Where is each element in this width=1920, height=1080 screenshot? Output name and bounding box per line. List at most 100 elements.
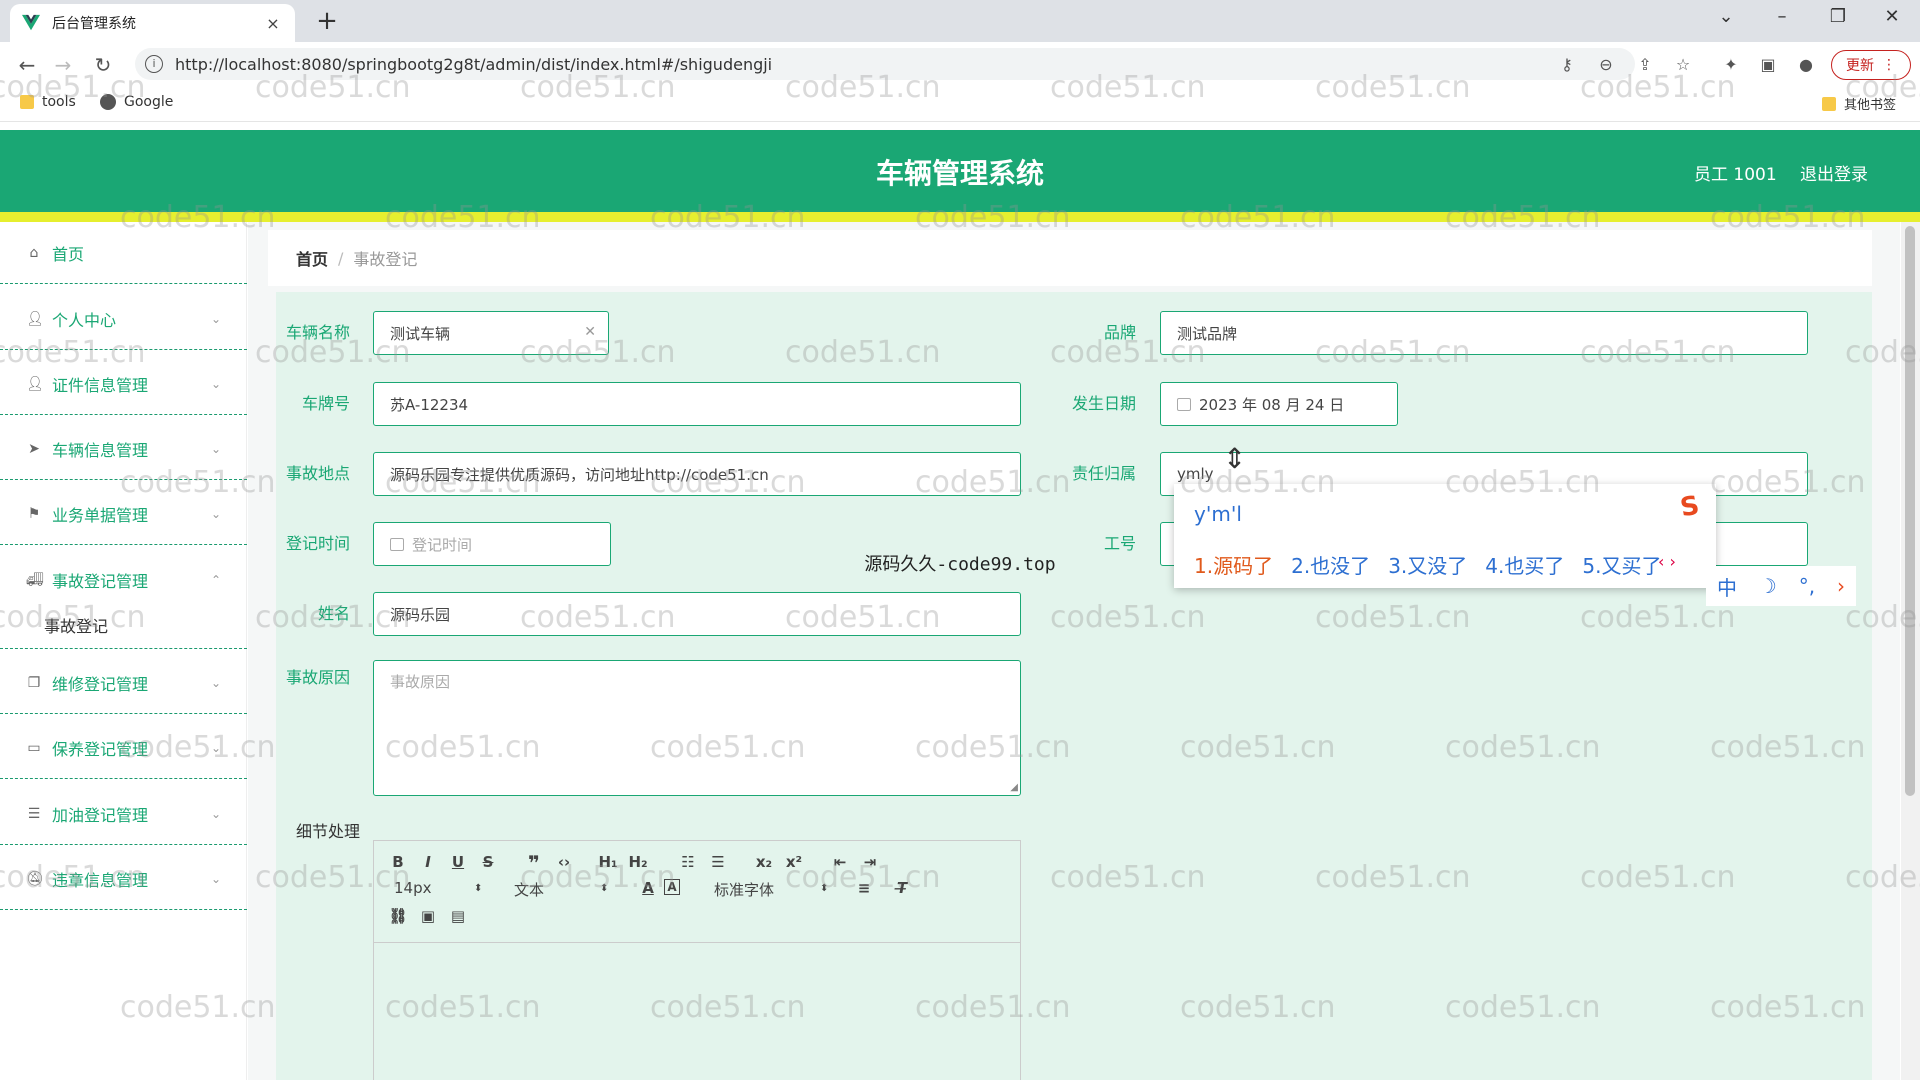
plate-field[interactable]: 苏A-12234 [373,382,1021,426]
ime-candidate[interactable]: 4.也买了 [1485,550,1564,579]
zoom-out-icon[interactable]: ⊖ [1593,52,1619,78]
responsibility-value: ymly [1177,465,1214,483]
ime-page-arrows-icon[interactable]: ‹ › [1658,552,1676,571]
clear-format-icon[interactable]: T̶ [890,879,914,897]
sidebar-item-violations[interactable]: 🔕︎ 违章信息管理 ⌄ [0,848,247,910]
name-value: 源码乐园 [390,605,451,624]
update-button[interactable]: 更新 ⋮ [1831,50,1911,80]
bell-off-icon: 🔕︎ [26,870,44,887]
calendar-icon [1177,397,1191,411]
moon-icon[interactable]: ☽ [1759,574,1777,598]
scrollbar-thumb[interactable] [1905,226,1915,796]
sidebar-item-fuel[interactable]: ☰ 加油登记管理 ⌄ [0,783,247,845]
extensions-icon[interactable]: ✦ [1718,52,1744,78]
superscript-icon[interactable]: x² [782,853,806,871]
block-type-select[interactable]: 文本 [514,879,544,900]
heading1-icon[interactable]: H₁ [596,853,620,871]
bookmark-star-icon[interactable]: ☆ [1670,52,1696,78]
code-icon[interactable]: ‹› [552,853,576,871]
sidebar-item-vehicles[interactable]: ➤ 车辆信息管理 ⌄ [0,418,247,480]
sidebar-item-home[interactable]: ⌂ 首页 [0,222,247,284]
header-accent-strip [0,212,1920,222]
ime-candidate[interactable]: 1.源码了 [1194,550,1273,579]
minimize-icon[interactable]: – [1762,6,1802,27]
resize-grip-icon[interactable]: ◢ [1010,782,1018,793]
page-scrollbar[interactable] [1901,222,1920,1080]
indent-icon[interactable]: ⇥ [858,853,882,871]
ordered-list-icon[interactable]: ☷ [676,853,700,871]
heading2-icon[interactable]: H₂ [626,853,650,871]
name-field[interactable]: 源码乐园 [373,592,1021,636]
chevron-right-icon[interactable]: › [1837,574,1845,598]
url-field[interactable]: i http://localhost:8080/springbootg2g8t/… [135,48,1635,80]
browser-tab-bar: 后台管理系统 × + ⌄ – ❐ ✕ [0,0,1920,42]
tab-close-icon[interactable]: × [263,14,283,33]
new-tab-button[interactable]: + [312,6,342,36]
reload-icon[interactable]: ↻ [88,50,118,80]
date-picker[interactable]: 2023 年 08 月 24 日 [1160,382,1398,426]
ime-candidate[interactable]: 5.又买了 [1582,550,1661,579]
background-color-icon[interactable]: A [664,879,680,895]
video-icon[interactable]: ▤ [446,907,470,925]
other-bookmarks-label: 其他书签 [1844,98,1897,113]
other-bookmarks[interactable]: 其他书签 [1822,94,1896,113]
window-close-icon[interactable]: ✕ [1872,6,1912,27]
strikethrough-icon[interactable]: S [476,853,500,871]
breadcrumb-home[interactable]: 首页 [296,246,328,270]
back-arrow-icon[interactable]: ← [12,50,42,80]
italic-icon[interactable]: I [416,853,440,871]
font-size-select[interactable]: 14px [394,879,432,897]
bookmark-label: tools [42,94,76,110]
ime-candidates: 1.源码了 2.也没了 3.又没了 4.也买了 5.又买了 [1194,550,1661,579]
sidebar-item-maintenance[interactable]: ▭ 保养登记管理 ⌄ [0,717,247,779]
punctuation-icon[interactable]: °, [1799,574,1815,598]
ime-mode[interactable]: 中 [1717,572,1737,601]
logout-link[interactable]: 退出登录 [1800,160,1868,185]
brand-field[interactable]: 测试品牌 [1160,311,1808,355]
ime-candidate[interactable]: 2.也没了 [1291,550,1370,579]
share-icon[interactable]: ⇪ [1632,52,1658,78]
font-color-icon[interactable]: A [636,879,660,897]
ime-pinyin: y'm'l [1194,502,1242,526]
blockquote-icon[interactable]: ❞ [522,851,546,875]
clear-icon[interactable]: ✕ [584,324,596,340]
more-vert-icon: ⋮ [1882,57,1896,73]
browser-tab[interactable]: 后台管理系统 × [10,4,295,42]
sidebar-item-certificates[interactable]: 👤︎ 证件信息管理 ⌄ [0,353,247,415]
select-arrows-icon: ⬍ [600,883,609,894]
ime-candidate[interactable]: 3.又没了 [1388,550,1467,579]
forward-arrow-icon[interactable]: → [48,50,78,80]
rich-text-editor[interactable]: B I U S ❞ ‹› H₁ H₂ ☷ ☰ x₂ x² ⇤ ⇥ 14px ⬍ … [373,840,1021,1080]
bullet-list-icon[interactable]: ☰ [706,853,730,871]
text-cursor-icon: ⇕ [1223,442,1247,475]
plate-label: 车牌号 [301,394,350,413]
side-panel-icon[interactable]: ▣ [1755,52,1781,78]
sidebar-item-documents[interactable]: ⚑ 业务单据管理 ⌄ [0,483,247,545]
profile-avatar-icon[interactable]: ● [1793,52,1819,78]
bookmarks-bar: tools Google 其他书签 [0,86,1920,122]
bookmark-google[interactable]: Google [100,94,173,110]
align-icon[interactable]: ≡ [852,879,876,897]
location-label: 事故地点 [285,464,350,483]
sidebar-item-profile[interactable]: 👤︎ 个人中心 ⌄ [0,288,247,350]
bookmark-tools[interactable]: tools [20,94,76,110]
tab-search-icon[interactable]: ⌄ [1706,6,1746,27]
maximize-icon[interactable]: ❐ [1818,6,1858,27]
sidebar: ⌂ 首页 👤︎ 个人中心 ⌄ 👤︎ 证件信息管理 ⌄ ➤ 车辆信息管理 ⌄ ⚑ … [0,222,247,1080]
chevron-down-icon: ⌄ [210,506,221,521]
image-icon[interactable]: ▣ [416,907,440,925]
location-field[interactable]: 源码乐园专注提供优质源码，访问地址http://code51.cn [373,452,1021,496]
outdent-icon[interactable]: ⇤ [828,853,852,871]
ime-candidate-window: y'm'l S 1.源码了 2.也没了 3.又没了 4.也买了 5.又买了 ‹ … [1174,484,1716,588]
vehicle-name-select[interactable]: 测试车辆 ✕ [373,311,609,355]
link-icon[interactable]: ⛓ [386,907,410,925]
bold-icon[interactable]: B [386,853,410,871]
subscript-icon[interactable]: x₂ [752,853,776,871]
font-family-select[interactable]: 标准字体 [714,879,774,900]
underline-icon[interactable]: U [446,853,470,871]
submenu-accident-register[interactable]: 事故登记 [0,601,247,649]
cause-textarea[interactable]: 事故原因 ◢ [373,660,1021,796]
key-icon[interactable]: ⚷ [1554,52,1580,78]
sidebar-item-repairs[interactable]: ❐ 维修登记管理 ⌄ [0,652,247,714]
site-info-icon[interactable]: i [145,55,163,73]
